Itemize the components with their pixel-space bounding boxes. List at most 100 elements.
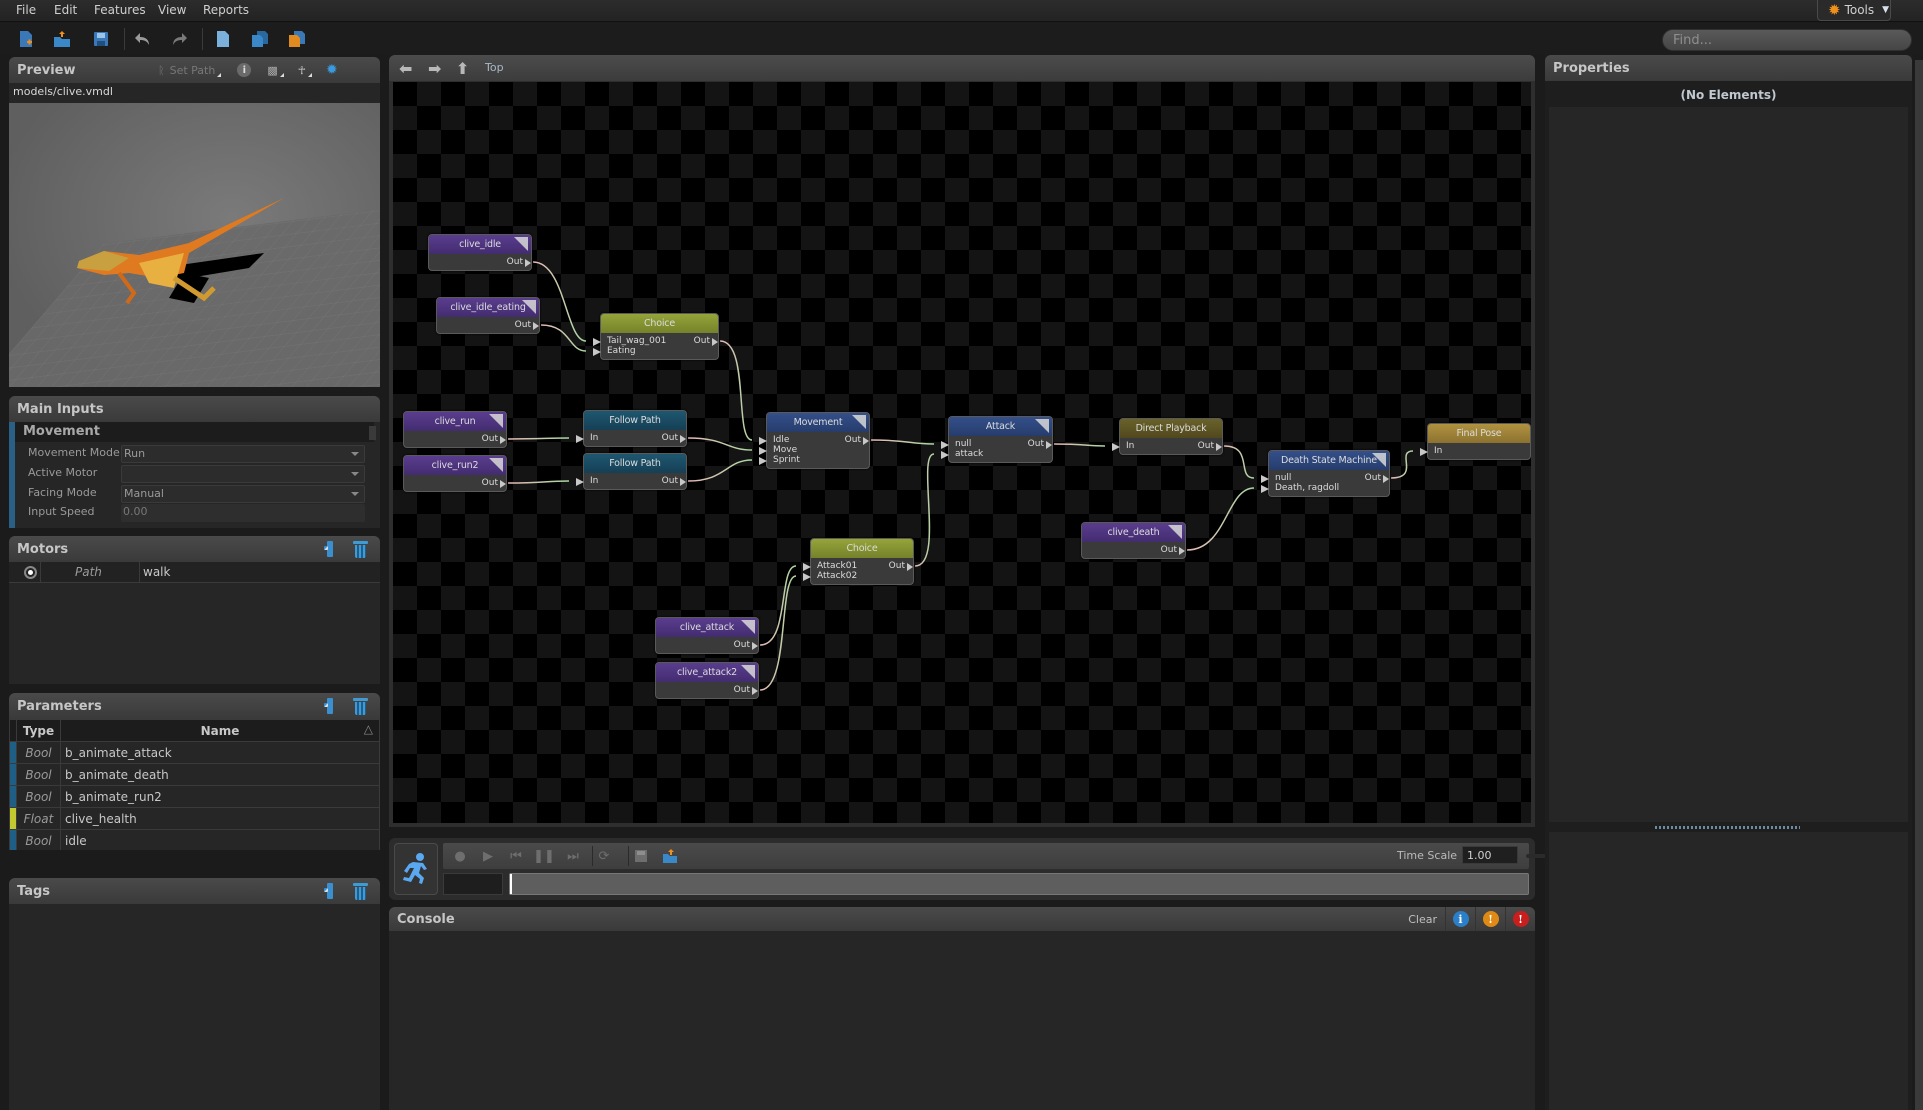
forward-arrow-icon[interactable]: ➡ xyxy=(428,59,441,78)
output-port[interactable]: Out xyxy=(1028,439,1053,450)
connection-wire[interactable] xyxy=(687,459,753,482)
graph-node-clive-idle[interactable]: clive_idle Out xyxy=(428,234,532,271)
graph-node-follow2[interactable]: Follow Path In Out xyxy=(575,453,687,490)
input-port[interactable]: Sprint xyxy=(759,455,800,466)
record-icon[interactable]: ● xyxy=(451,847,469,865)
warning-filter-button[interactable]: ! xyxy=(1475,907,1505,931)
step-back-icon[interactable]: ⏮ xyxy=(507,847,525,865)
copy-documents-icon[interactable] xyxy=(251,30,269,48)
input-port[interactable]: In xyxy=(1111,441,1134,452)
settings-gear-icon[interactable]: ✹ xyxy=(326,62,338,78)
graph-node-attack[interactable]: Attack null attack Out xyxy=(940,416,1053,463)
menu-reports[interactable]: Reports xyxy=(203,3,249,17)
active-motor-select[interactable] xyxy=(121,465,365,483)
subgraph-corner-icon[interactable] xyxy=(852,415,866,429)
input-speed-field[interactable]: 0.00 xyxy=(121,504,365,522)
subgraph-corner-icon[interactable] xyxy=(489,458,503,472)
delete-tag-icon[interactable] xyxy=(353,882,368,900)
connection-wire[interactable] xyxy=(1390,450,1414,479)
clear-button[interactable]: Clear xyxy=(1400,913,1445,926)
timeline-start-marker[interactable] xyxy=(510,874,514,894)
subgraph-corner-icon[interactable] xyxy=(1035,419,1049,433)
graph-node-choice1[interactable]: Choice Tail_wag_001 Eating Out xyxy=(592,313,719,360)
subgraph-corner-icon[interactable] xyxy=(1372,453,1386,467)
add-parameter-icon[interactable] xyxy=(321,697,339,715)
graph-canvas[interactable]: clive_idle Out clive_idle_eating Out Choice T… xyxy=(393,82,1531,823)
grid-toggle-icon[interactable]: ▩ xyxy=(267,64,283,77)
graph-node-finalpose[interactable]: Final Pose In xyxy=(1419,423,1531,460)
menu-file[interactable]: File xyxy=(16,3,36,17)
subgraph-corner-icon[interactable] xyxy=(522,300,536,314)
graph-node-direct[interactable]: Direct Playback In Out xyxy=(1111,418,1223,455)
input-port[interactable]: Eating xyxy=(593,346,636,357)
subgraph-corner-icon[interactable] xyxy=(741,665,755,679)
breadcrumb[interactable]: Top xyxy=(485,61,504,74)
delete-parameter-icon[interactable] xyxy=(353,697,368,715)
motor-radio[interactable] xyxy=(24,566,37,579)
graph-node-clive-idle-eating[interactable]: clive_idle_eating Out xyxy=(436,297,540,334)
graph-node-deathsm[interactable]: Death State Machine null Death, ragdoll Out xyxy=(1260,450,1390,497)
output-port[interactable]: Out xyxy=(507,257,532,268)
motor-row[interactable]: Path walk xyxy=(9,562,380,583)
orange-documents-icon[interactable] xyxy=(288,30,306,48)
connection-wire[interactable] xyxy=(1223,445,1255,479)
output-port[interactable]: Out xyxy=(734,685,759,696)
redo-icon[interactable] xyxy=(170,30,188,48)
connection-wire[interactable] xyxy=(1186,487,1255,551)
input-port[interactable]: attack xyxy=(940,449,983,460)
set-path-button[interactable]: ᚱ Set Path xyxy=(158,64,221,77)
input-port[interactable]: Death, ragdoll xyxy=(1260,483,1339,494)
subgraph-corner-icon[interactable] xyxy=(741,620,755,634)
output-port[interactable]: Out xyxy=(662,476,687,487)
output-port[interactable]: Out xyxy=(1161,545,1186,556)
parameter-row[interactable]: Bool idle xyxy=(9,829,380,850)
graph-node-clive-attack[interactable]: clive_attack Out xyxy=(655,617,759,654)
save-recording-icon[interactable] xyxy=(632,847,650,865)
facing-mode-select[interactable]: Manual xyxy=(121,485,365,503)
up-arrow-icon[interactable]: ⬆ xyxy=(456,59,469,78)
column-name[interactable]: Name △ xyxy=(60,719,380,742)
input-port[interactable]: In xyxy=(575,433,598,444)
output-port[interactable]: Out xyxy=(482,434,507,445)
menu-edit[interactable]: Edit xyxy=(54,3,77,17)
movement-mode-select[interactable]: Run xyxy=(121,445,365,463)
parameter-row[interactable]: Bool b_animate_death xyxy=(9,763,380,786)
output-port[interactable]: Out xyxy=(694,336,719,347)
connection-wire[interactable] xyxy=(507,437,570,440)
input-port[interactable]: Attack02 xyxy=(802,571,857,582)
output-port[interactable]: Out xyxy=(734,640,759,651)
undo-icon[interactable] xyxy=(134,30,152,48)
output-port[interactable]: Out xyxy=(845,435,870,446)
sort-ascending-icon[interactable]: △ xyxy=(364,722,373,736)
graph-node-clive-run[interactable]: clive_run Out xyxy=(403,411,507,448)
info-icon[interactable]: i xyxy=(237,63,252,77)
scrollbar-thumb[interactable] xyxy=(369,426,376,440)
input-port[interactable]: In xyxy=(575,476,598,487)
pause-icon[interactable]: ❚❚ xyxy=(533,847,555,865)
loop-icon[interactable]: ⟳ xyxy=(595,847,613,865)
column-type[interactable]: Type xyxy=(16,719,61,742)
parameter-row[interactable]: Float clive_health xyxy=(9,807,380,830)
find-input[interactable] xyxy=(1662,29,1912,51)
connection-wire[interactable] xyxy=(759,565,797,646)
open-folder-icon[interactable] xyxy=(53,30,71,48)
load-recording-icon[interactable] xyxy=(661,847,679,865)
error-filter-button[interactable]: ! xyxy=(1505,907,1535,931)
graph-node-choice2[interactable]: Choice Attack01 Attack02 Out xyxy=(802,538,914,585)
info-filter-button[interactable]: i xyxy=(1445,907,1475,931)
movement-group-header[interactable]: Movement xyxy=(15,422,374,442)
graph-node-clive-death[interactable]: clive_death Out xyxy=(1081,522,1186,559)
graph-node-movement[interactable]: Movement Idle Move Sprint Out xyxy=(758,412,870,469)
graph-node-clive-attack2[interactable]: clive_attack2 Out xyxy=(655,662,759,699)
output-port[interactable]: Out xyxy=(889,561,914,572)
preview-viewport[interactable] xyxy=(9,103,380,387)
connection-wire[interactable] xyxy=(870,439,935,445)
output-port[interactable]: Out xyxy=(1198,441,1223,452)
output-port[interactable]: Out xyxy=(482,478,507,489)
subgraph-corner-icon[interactable] xyxy=(1168,525,1182,539)
parameter-row[interactable]: Bool b_animate_run2 xyxy=(9,785,380,808)
tools-button[interactable]: ✹ Tools ▼ xyxy=(1817,0,1891,21)
new-file-icon[interactable] xyxy=(17,30,35,48)
save-icon[interactable] xyxy=(92,30,110,48)
back-arrow-icon[interactable]: ⬅ xyxy=(399,59,412,78)
